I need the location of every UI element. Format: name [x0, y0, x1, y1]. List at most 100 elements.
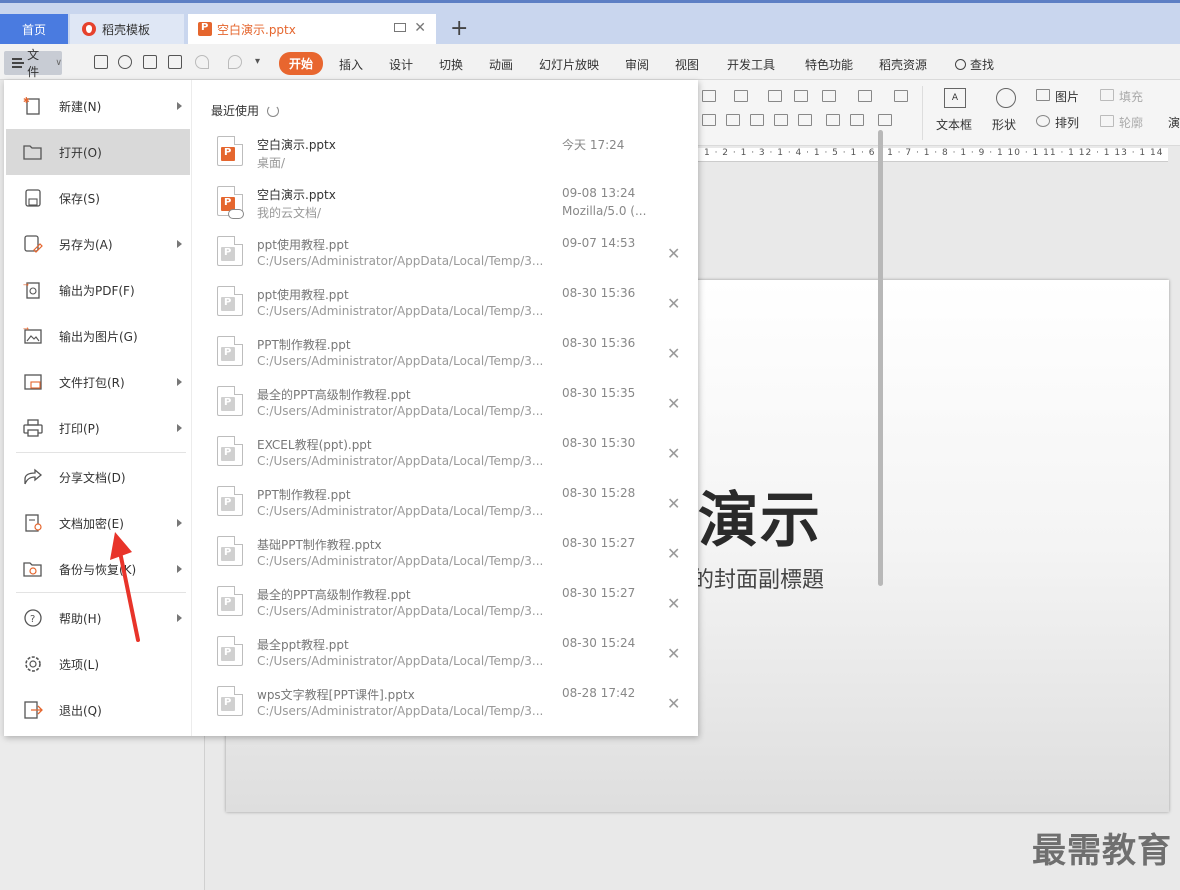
decrease-indent-icon[interactable]: [768, 90, 782, 102]
recent-file-row[interactable]: ppt使用教程.ppt C:/Users/Administrator/AppDat…: [193, 280, 683, 330]
remove-recent-icon[interactable]: ✕: [667, 494, 680, 513]
recent-file-row[interactable]: PPT制作教程.ppt C:/Users/Administrator/AppDat…: [193, 330, 683, 380]
menu-package[interactable]: 文件打包(R): [6, 359, 190, 405]
picture-icon[interactable]: [1036, 89, 1050, 101]
slide-title[interactable]: 演示: [698, 472, 822, 559]
customize-toolbar-icon[interactable]: ▾: [255, 56, 260, 67]
text-fit-icon[interactable]: [850, 114, 864, 126]
recent-file-path: C:/Users/Administrator/AppData/Local/Tem…: [257, 454, 544, 468]
remove-recent-icon[interactable]: ✕: [667, 594, 680, 613]
file-menu-button[interactable]: 文件 ∨: [4, 48, 62, 79]
text-direction-icon[interactable]: [858, 90, 872, 102]
remove-recent-icon[interactable]: ✕: [667, 694, 680, 713]
menu-print[interactable]: 打印(P): [6, 405, 190, 451]
menu-save-as[interactable]: 另存为(A): [6, 221, 190, 267]
increase-indent-icon[interactable]: [794, 90, 808, 102]
recent-file-row[interactable]: 最全的PPT高级制作教程.ppt C:/Users/Administrator/A…: [193, 380, 683, 430]
line-spacing-icon[interactable]: [894, 90, 908, 102]
menu-share[interactable]: 分享文档(D): [6, 454, 190, 500]
recent-file-row[interactable]: wps文字教程[PPT课件].pptx C:/Users/Administrato…: [193, 680, 683, 730]
recent-file-time: 08-30 15:27: [562, 536, 636, 550]
refresh-icon[interactable]: [267, 104, 280, 117]
tab-home[interactable]: 首页: [0, 14, 68, 44]
tab-start[interactable]: 开始: [279, 52, 324, 75]
paragraph-spacing-icon[interactable]: [878, 114, 892, 126]
tab-slideshow[interactable]: 幻灯片放映: [539, 56, 599, 73]
tab-animation[interactable]: 动画: [489, 56, 513, 73]
outline-icon[interactable]: [1100, 115, 1114, 127]
justify-icon[interactable]: [774, 114, 788, 126]
save-icon[interactable]: [94, 55, 108, 69]
recent-file-row[interactable]: ppt使用教程.ppt C:/Users/Administrator/AppDat…: [193, 230, 683, 280]
print-icon[interactable]: [143, 55, 157, 69]
recent-file-row[interactable]: EXCEL教程(ppt).ppt C:/Users/Administrator/A…: [193, 430, 683, 480]
menu-export-image[interactable]: → 输出为图片(G): [6, 313, 190, 359]
menu-export-pdf[interactable]: → 输出为PDF(F): [6, 267, 190, 313]
remove-recent-icon[interactable]: ✕: [667, 244, 680, 263]
shape-icon[interactable]: [996, 88, 1016, 108]
tab-review[interactable]: 审阅: [625, 56, 649, 73]
tab-find-label: 查找: [970, 58, 995, 72]
tab-design[interactable]: 设计: [389, 56, 413, 73]
align-right-icon[interactable]: [750, 114, 764, 126]
recent-file-row[interactable]: PPT制作教程.ppt C:/Users/Administrator/AppDat…: [193, 480, 683, 530]
text-box-icon[interactable]: A: [944, 88, 966, 108]
tab-developer[interactable]: 开发工具: [727, 56, 775, 73]
menu-help[interactable]: ? 帮助(H): [6, 595, 190, 641]
recent-file-name: ppt使用教程.ppt: [257, 238, 349, 252]
remove-recent-icon[interactable]: ✕: [667, 544, 680, 563]
redo-icon[interactable]: [228, 55, 242, 69]
recent-file-row[interactable]: 基础PPT制作教程.pptx C:/Users/Administrator/App…: [193, 530, 683, 580]
tab-find[interactable]: 查找: [955, 56, 994, 73]
vertical-align-icon[interactable]: [826, 114, 840, 126]
recent-file-row[interactable]: 空白演示.pptx 桌面/今天 17:24: [193, 130, 683, 180]
menu-options[interactable]: 选项(L): [6, 641, 190, 687]
recent-file-row[interactable]: 最全ppt教程.ppt C:/Users/Administrator/AppDat…: [193, 630, 683, 680]
tab-view[interactable]: 视图: [675, 56, 699, 73]
menu-new[interactable]: ✱ 新建(N): [6, 83, 190, 129]
fill-label[interactable]: 填充: [1119, 88, 1143, 105]
fill-icon[interactable]: [1100, 89, 1114, 101]
bullet-list-icon[interactable]: [702, 90, 716, 102]
numbered-list-icon[interactable]: [734, 90, 748, 102]
arrange-icon[interactable]: [1036, 115, 1050, 127]
tab-docer-resources[interactable]: 稻壳资源: [879, 56, 927, 73]
align-center-icon[interactable]: [726, 114, 740, 126]
align-left-icon[interactable]: [702, 114, 716, 126]
menu-open[interactable]: 打开(O): [6, 129, 190, 175]
remove-recent-icon[interactable]: ✕: [667, 394, 680, 413]
menu-exit[interactable]: 退出(Q): [6, 687, 190, 733]
menu-save[interactable]: 保存(S): [6, 175, 190, 221]
tab-template[interactable]: 稻壳模板: [70, 14, 184, 44]
truncated-tool-label[interactable]: 演: [1168, 114, 1180, 131]
slide-thumbnail-pane: [0, 736, 205, 890]
columns-icon[interactable]: [822, 90, 836, 102]
remove-recent-icon[interactable]: ✕: [667, 294, 680, 313]
tab-transition[interactable]: 切换: [439, 56, 463, 73]
menu-backup[interactable]: 备份与恢复(K): [6, 546, 190, 592]
new-tab-button[interactable]: +: [450, 16, 468, 42]
slide-subtitle[interactable]: 的封面副標題: [692, 562, 824, 594]
remove-recent-icon[interactable]: ✕: [667, 344, 680, 363]
tab-insert[interactable]: 插入: [339, 56, 363, 73]
remove-recent-icon[interactable]: ✕: [667, 644, 680, 663]
undo-icon[interactable]: [195, 55, 209, 69]
tab-features[interactable]: 特色功能: [805, 56, 853, 73]
picture-label[interactable]: 图片: [1055, 88, 1079, 105]
close-tab-icon[interactable]: ✕: [414, 20, 426, 36]
recent-scrollbar[interactable]: [878, 130, 883, 586]
print-preview-icon[interactable]: [168, 55, 182, 69]
recent-file-row[interactable]: 最全的PPT高级制作教程.ppt C:/Users/Administrator/A…: [193, 580, 683, 630]
text-box-label[interactable]: 文本框: [936, 116, 972, 133]
shape-label[interactable]: 形状: [992, 116, 1016, 133]
tab-document[interactable]: 空白演示.pptx ✕: [188, 14, 436, 44]
window-mode-icon[interactable]: [394, 23, 406, 32]
menu-encrypt[interactable]: 文档加密(E): [6, 500, 190, 546]
outline-label[interactable]: 轮廓: [1119, 114, 1143, 131]
remove-recent-icon[interactable]: ✕: [667, 444, 680, 463]
distribute-icon[interactable]: [798, 114, 812, 126]
export-icon[interactable]: [118, 55, 132, 69]
recent-file-row[interactable]: 空白演示.pptx 我的云文档/09-08 13:24 Mozilla/5.0 (.…: [193, 180, 683, 230]
arrange-label[interactable]: 排列: [1055, 114, 1079, 131]
recent-file-time: 08-30 15:30: [562, 436, 636, 450]
